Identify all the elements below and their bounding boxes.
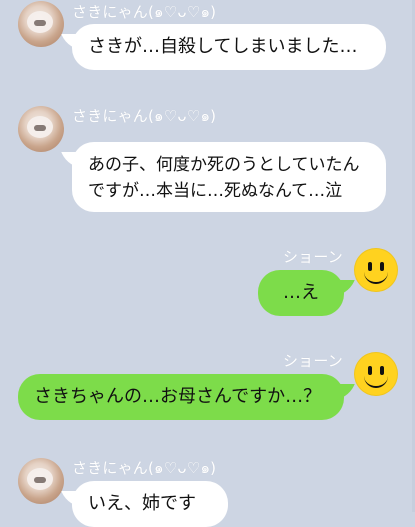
message-text-line: ですが…本当に…死ぬなんて…泣	[88, 181, 343, 201]
message-text: …え	[283, 282, 319, 303]
sender-avatar[interactable]	[18, 1, 64, 47]
message-text: さきちゃんの…お母さんですか…？	[34, 386, 322, 407]
incoming-message-bubble[interactable]: いえ、姉です	[72, 481, 228, 527]
sender-name: さきにゃん(๑♡ᴗ♡๑)	[72, 459, 217, 477]
sender-name: さきにゃん(๑♡ᴗ♡๑)	[72, 3, 217, 21]
message-text: さきが…自殺してしまいました…	[88, 36, 358, 57]
sender-name: ショーン	[282, 248, 343, 266]
sender-avatar[interactable]	[18, 458, 64, 504]
message-text-line: あの子、何度か死のうとしていたん	[88, 155, 360, 175]
outgoing-message-bubble[interactable]: …え	[258, 270, 344, 316]
smiley-avatar-icon[interactable]	[354, 248, 398, 292]
sender-name: さきにゃん(๑♡ᴗ♡๑)	[72, 107, 217, 125]
smiley-avatar-icon[interactable]	[354, 352, 398, 396]
outgoing-message-bubble[interactable]: さきちゃんの…お母さんですか…？	[18, 374, 344, 420]
incoming-message-bubble[interactable]: さきが…自殺してしまいました…	[72, 24, 386, 70]
chat-view: さきにゃん(๑♡ᴗ♡๑) さきが…自殺してしまいました… さきにゃん(๑♡ᴗ♡๑…	[0, 0, 415, 527]
incoming-message-bubble[interactable]: あの子、何度か死のうとしていたん ですが…本当に…死ぬなんて…泣	[72, 142, 386, 212]
sender-name: ショーン	[282, 352, 343, 370]
message-text: いえ、姉です	[88, 493, 196, 514]
sender-avatar[interactable]	[18, 106, 64, 152]
